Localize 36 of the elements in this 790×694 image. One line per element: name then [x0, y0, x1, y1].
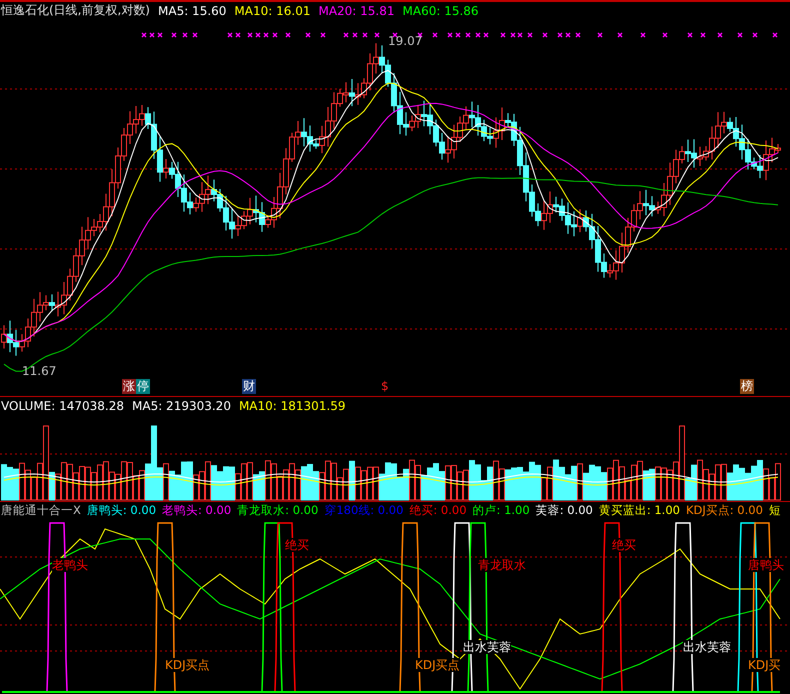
- signal-label: 唐鸭头: [748, 558, 784, 572]
- indicator-value: 青龙取水: 0.00: [237, 503, 318, 518]
- event-marker: $: [380, 379, 390, 394]
- signal-label: 出水芙蓉: [463, 640, 511, 654]
- signal-label: 老鸭头: [52, 558, 88, 572]
- volume-value: MA5: 219303.20: [132, 398, 231, 412]
- indicator-value: 的卢: 1.00: [472, 503, 530, 518]
- indicator-value: 芙蓉: 0.00: [536, 503, 593, 518]
- event-marker: 榜: [740, 379, 754, 394]
- stock-title: 恒逸石化(日线,前复权,对数): [1, 2, 150, 19]
- volume-value: VOLUME: 147038.28: [1, 398, 124, 412]
- event-marker: 涨: [122, 379, 136, 394]
- indicator-value: 黄买蓝出: 1.00: [598, 503, 680, 518]
- moving-average-value: MA20: 15.81: [318, 4, 395, 18]
- event-marker: 财: [242, 379, 256, 394]
- moving-average-value: MA5: 15.60: [158, 4, 226, 18]
- signal-label: 绝买: [285, 538, 309, 552]
- indicator-value: 唐鸭头: 0.00: [86, 503, 156, 518]
- signal-label: KDJ买: [748, 658, 781, 672]
- event-marker: 停: [136, 379, 150, 394]
- signal-label: 绝买: [612, 538, 636, 552]
- indicator-value: KDJ买点: 0.00: [686, 503, 763, 518]
- signal-label: 出水芙蓉: [683, 640, 731, 654]
- high-price-label: 19.07: [388, 34, 422, 48]
- indicator-value: 穿180线: 0.00: [324, 503, 404, 518]
- indicator-value: 短: [768, 503, 781, 518]
- low-price-label: 11.67: [22, 364, 56, 378]
- signal-label: 青龙取水: [478, 558, 526, 572]
- volume-value: MA10: 181301.59: [238, 398, 346, 412]
- indicator-value: 老鸭头: 0.00: [162, 503, 232, 518]
- signal-label: KDJ买点: [165, 658, 210, 672]
- moving-average-value: MA60: 15.86: [402, 4, 479, 18]
- indicator-value: 绝买: 0.00: [409, 503, 467, 518]
- moving-average-value: MA10: 16.01: [234, 4, 310, 18]
- signal-label: KDJ买点: [415, 658, 460, 672]
- indicator-value: 唐能通十合一X: [1, 503, 81, 518]
